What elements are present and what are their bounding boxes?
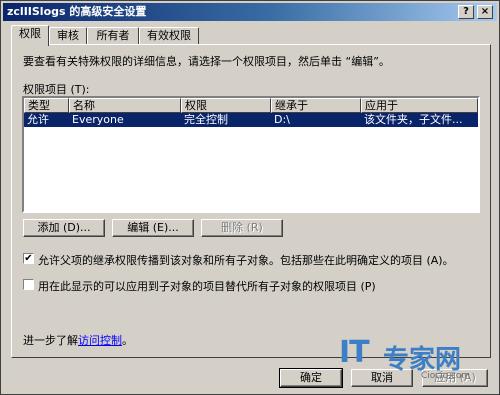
learn-more-text: 进一步了解访问控制。 — [23, 332, 133, 348]
replace-checkbox-label: 用在此显示的可以应用到子对象的项目替代所有子对象的权限项目 (P) — [38, 280, 376, 293]
help-icon: ? — [463, 6, 469, 17]
edit-button[interactable]: 编辑 (E)... — [112, 219, 194, 237]
cell-permission: 完全控制 — [184, 113, 228, 126]
title-bar[interactable]: zclIISlogs 的高级安全设置 — [3, 3, 497, 21]
inherit-checkbox-label: 允许父项的继承权限传播到该对象和所有子对象。包括那些在此明确定义的项目 (A)。 — [38, 254, 454, 267]
security-settings-dialog: zclIISlogs 的高级安全设置 ? × 权限 审核 所有者 有效权限 要查… — [0, 0, 500, 395]
close-button[interactable]: × — [477, 5, 493, 19]
table-row[interactable]: 允许 Everyone 完全控制 D:\ 该文件夹，子文件... — [24, 113, 478, 127]
tab-auditing[interactable]: 审核 — [49, 27, 87, 45]
tab-effective-permissions[interactable]: 有效权限 — [139, 27, 199, 45]
learn-more-prefix: 进一步了解 — [23, 334, 78, 347]
watermark-domain: Ciocio.com — [421, 371, 471, 381]
column-header-inherited-from[interactable]: 继承于 — [271, 98, 361, 113]
window-title: zclIISlogs 的高级安全设置 — [7, 5, 147, 18]
remove-button[interactable]: 删除 (R) — [201, 219, 283, 237]
column-header-applies-to[interactable]: 应用于 — [361, 98, 478, 113]
list-header: 类型 名称 权限 继承于 应用于 — [24, 98, 478, 113]
watermark-logo: IT 专家网 Ciocio.com — [339, 335, 489, 381]
ok-button[interactable]: 确定 — [279, 368, 343, 388]
cell-name: Everyone — [72, 113, 124, 126]
permission-entries-list[interactable]: 类型 名称 权限 继承于 应用于 允许 Everyone 完全控制 D:\ 该文… — [22, 96, 480, 213]
tab-label: 所有者 — [96, 29, 130, 42]
column-header-permission[interactable]: 权限 — [181, 98, 271, 113]
tab-permissions[interactable]: 权限 — [11, 25, 49, 46]
close-icon: × — [480, 6, 490, 17]
watermark-brand-it: IT — [339, 335, 370, 370]
access-control-link[interactable]: 访问控制 — [78, 334, 122, 347]
add-button[interactable]: 添加 (D)... — [23, 219, 105, 237]
inherit-checkbox[interactable]: ✔ — [23, 253, 34, 264]
learn-more-suffix: 。 — [122, 334, 133, 347]
cell-type: 允许 — [27, 113, 49, 126]
tab-label: 审核 — [57, 29, 79, 42]
tab-owner[interactable]: 所有者 — [87, 27, 139, 45]
description-text: 要查看有关特殊权限的详细信息，请选择一个权限项目，然后单击 “编辑”。 — [23, 55, 390, 68]
cell-inherited-from: D:\ — [274, 113, 290, 126]
tab-label: 有效权限 — [147, 29, 191, 42]
replace-checkbox[interactable] — [23, 279, 34, 290]
tab-label: 权限 — [19, 27, 41, 40]
column-header-type[interactable]: 类型 — [24, 98, 69, 113]
permission-entries-label: 权限项目 (T): — [23, 83, 90, 96]
help-button[interactable]: ? — [458, 5, 474, 19]
column-header-name[interactable]: 名称 — [69, 98, 181, 113]
cell-applies-to: 该文件夹，子文件... — [364, 113, 463, 126]
